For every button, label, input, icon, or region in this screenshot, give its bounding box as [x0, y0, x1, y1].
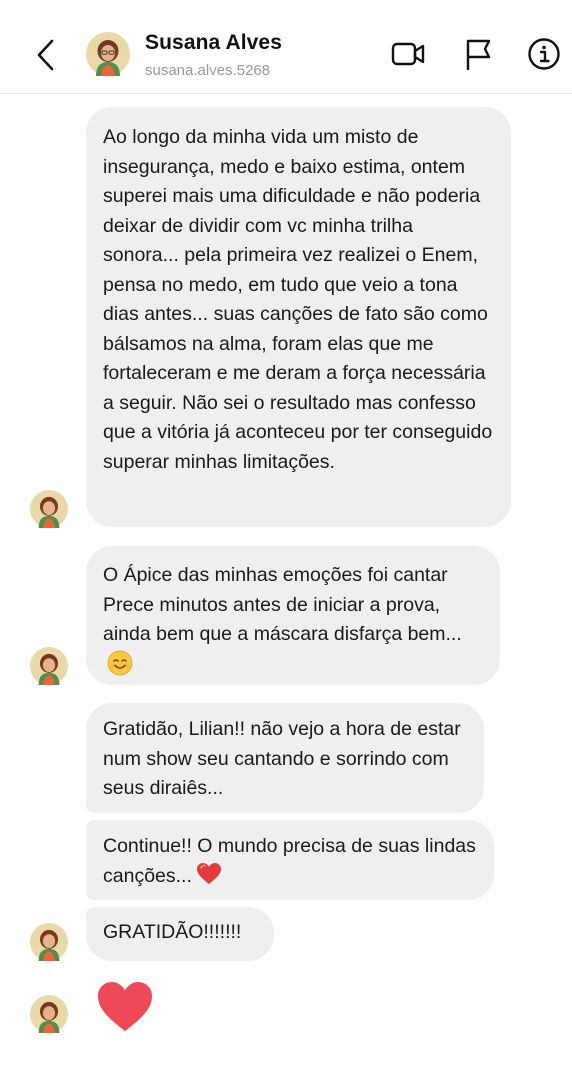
- message-bubble[interactable]: Ao longo da minha vida um misto de inseg…: [86, 107, 511, 527]
- avatar[interactable]: [30, 995, 68, 1033]
- video-camera-icon[interactable]: [390, 36, 426, 72]
- info-icon[interactable]: [526, 36, 562, 72]
- message-bubble[interactable]: GRATIDÃO!!!!!!!: [86, 907, 274, 961]
- chevron-left-icon[interactable]: [30, 35, 60, 75]
- avatar[interactable]: [30, 647, 68, 685]
- message-text: O Ápice das minhas emoções foi cantar Pr…: [103, 564, 462, 645]
- heart-message-icon[interactable]: [96, 980, 154, 1034]
- message-bubble[interactable]: Continue!! O mundo precisa de suas linda…: [86, 820, 494, 900]
- avatar[interactable]: [86, 32, 130, 76]
- avatar[interactable]: [30, 923, 68, 961]
- message-bubble[interactable]: O Ápice das minhas emoções foi cantar Pr…: [86, 546, 500, 685]
- message-text: Continue!! O mundo precisa de suas linda…: [103, 835, 476, 887]
- message-bubble[interactable]: Gratidão, Lilian!! não vejo a hora de es…: [86, 703, 484, 813]
- flag-icon[interactable]: [460, 36, 496, 72]
- red-heart-emoji: [196, 862, 221, 884]
- contact-name[interactable]: Susana Alves: [145, 31, 282, 55]
- avatar[interactable]: [30, 490, 68, 528]
- contact-username: susana.alves.5268: [145, 62, 271, 79]
- chat-header: Susana Alves susana.alves.5268: [0, 0, 572, 94]
- smiling-face-emoji: [107, 650, 133, 675]
